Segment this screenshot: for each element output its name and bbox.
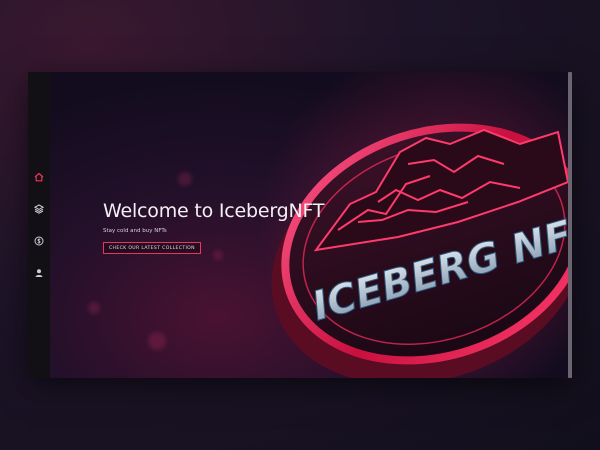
iceberg-coin-graphic: ICEBERG NFT xyxy=(258,72,568,378)
dollar-icon xyxy=(34,236,44,246)
nav-item-buy[interactable] xyxy=(32,234,46,248)
nav-item-home[interactable] xyxy=(32,170,46,184)
scrollbar[interactable] xyxy=(568,72,572,378)
layers-icon xyxy=(34,204,44,214)
user-icon xyxy=(35,269,43,277)
bokeh-light xyxy=(213,250,223,260)
bokeh-light xyxy=(88,302,100,314)
scrollbar-thumb[interactable] xyxy=(568,72,572,378)
bokeh-light xyxy=(148,332,166,350)
check-collection-button[interactable]: CHECK OUR LATEST COLLECTION xyxy=(103,242,201,254)
home-icon xyxy=(34,172,44,182)
app-window: ICEBERG NFT Welcome to IcebergNFT Stay c… xyxy=(28,72,572,378)
hero-subtitle: Stay cold and buy NFTs xyxy=(103,228,167,234)
iceberg-coin-artwork: ICEBERG NFT xyxy=(258,72,568,378)
nav-item-collection[interactable] xyxy=(32,202,46,216)
sidebar xyxy=(28,72,50,378)
hero-title: Welcome to IcebergNFT xyxy=(103,200,325,222)
nav-item-profile[interactable] xyxy=(32,266,46,280)
bokeh-light xyxy=(178,172,192,186)
